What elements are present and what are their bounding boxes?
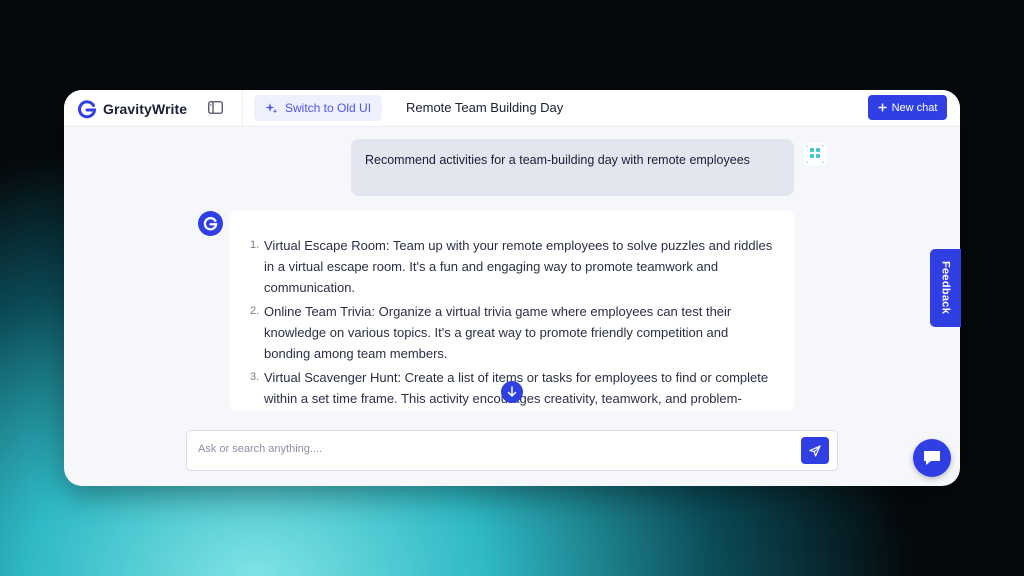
chat-bubble-icon <box>924 451 940 465</box>
list-item-number: 3. <box>250 371 260 383</box>
list-item-number: 2. <box>250 305 260 317</box>
list-item-text: Virtual Escape Room: Team up with your r… <box>264 238 773 295</box>
feedback-tab[interactable]: Feedback <box>930 249 961 327</box>
arrow-down-icon <box>507 386 517 397</box>
send-button[interactable] <box>801 437 829 464</box>
bot-avatar <box>198 211 223 236</box>
brand-name: GravityWrite <box>103 101 188 117</box>
chat-title: Remote Team Building Day <box>406 100 564 115</box>
sparkle-icon <box>265 102 278 113</box>
user-message: Recommend activities for a team-building… <box>351 139 794 196</box>
support-chat-button[interactable] <box>913 439 951 477</box>
list-item-text: Online Team Trivia: Organize a virtual t… <box>264 304 732 361</box>
app-window: GravityWrite Switch to Old UI Remote Tea… <box>64 90 960 486</box>
header-divider <box>242 90 243 127</box>
chat-input[interactable] <box>198 443 788 455</box>
user-message-text: Recommend activities for a team-building… <box>365 153 750 167</box>
sidebar-toggle-icon[interactable] <box>208 101 223 114</box>
chat-composer <box>186 430 838 471</box>
feedback-label: Feedback <box>939 261 952 315</box>
brand-logo[interactable]: GravityWrite <box>77 99 187 119</box>
list-item: 2. Online Team Trivia: Organize a virtua… <box>250 301 774 364</box>
list-item: 1. Virtual Escape Room: Team up with you… <box>250 235 774 298</box>
user-avatar-icon <box>804 143 826 165</box>
switch-old-ui-label: Switch to Old UI <box>285 101 372 115</box>
new-chat-label: New chat <box>891 101 938 114</box>
gravitywrite-logo-icon <box>78 100 97 119</box>
plus-icon <box>878 103 887 112</box>
scroll-to-bottom-button[interactable] <box>501 381 523 403</box>
send-icon <box>809 444 821 457</box>
new-chat-button[interactable]: New chat <box>868 95 947 120</box>
switch-old-ui-button[interactable]: Switch to Old UI <box>254 95 382 121</box>
list-item-number: 1. <box>250 239 260 251</box>
top-bar: GravityWrite Switch to Old UI Remote Tea… <box>64 90 960 127</box>
bot-avatar-icon <box>203 216 218 231</box>
